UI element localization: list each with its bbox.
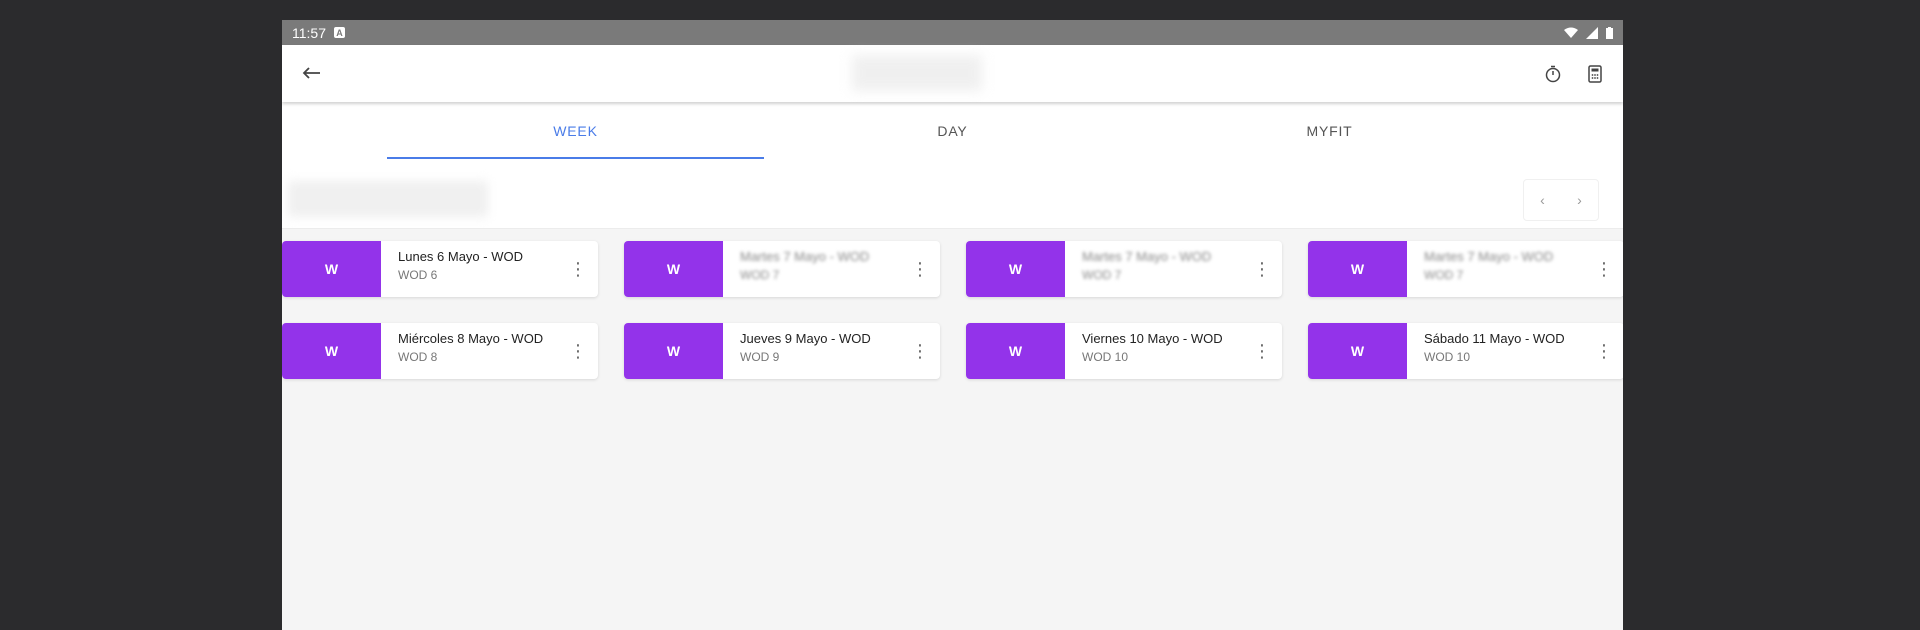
workout-card[interactable]: W Martes 7 Mayo - WOD WOD 7 ⋮ — [966, 241, 1282, 297]
workout-title: Miércoles 8 Mayo - WOD — [398, 331, 544, 346]
workout-title: Martes 7 Mayo - WOD — [1082, 249, 1212, 264]
workout-type-badge: W — [624, 241, 723, 297]
workout-card[interactable]: W Jueves 9 Mayo - WOD WOD 9 ⋮ — [624, 323, 940, 379]
more-vert-icon[interactable]: ⋮ — [1242, 323, 1282, 379]
workout-subtitle: WOD 7 — [1082, 268, 1122, 282]
workout-card[interactable]: W Sábado 11 Mayo - WOD WOD 10 ⋮ — [1308, 323, 1623, 379]
workout-title: Martes 7 Mayo - WOD — [1424, 249, 1554, 264]
signal-icon — [1586, 26, 1598, 39]
workout-title: Sábado 11 Mayo - WOD — [1424, 331, 1565, 346]
more-vert-icon[interactable]: ⋮ — [1242, 241, 1282, 297]
back-arrow-icon[interactable] — [294, 56, 330, 92]
workout-subtitle: WOD 10 — [1082, 350, 1129, 364]
more-vert-icon[interactable]: ⋮ — [900, 241, 940, 297]
more-vert-icon[interactable]: ⋮ — [1584, 323, 1623, 379]
workout-subtitle: WOD 6 — [398, 268, 438, 282]
app-bar — [282, 45, 1623, 102]
more-vert-icon[interactable]: ⋮ — [558, 241, 598, 297]
workout-type-badge: W — [1308, 323, 1407, 379]
wifi-icon — [1564, 27, 1578, 38]
workout-grid: W Lunes 6 Mayo - WOD WOD 6 ⋮ W Martes 7 M… — [282, 229, 1623, 379]
device-screen: 11:57 A WEEK DAY MYFIT ‹ › W Lunes 6 May… — [282, 20, 1623, 630]
workout-card[interactable]: W Miércoles 8 Mayo - WOD WOD 8 ⋮ — [282, 323, 598, 379]
workout-subtitle: WOD 10 — [1424, 350, 1471, 364]
workout-type-badge: W — [966, 241, 1065, 297]
status-time: 11:57 — [292, 24, 326, 41]
workout-type-badge: W — [1308, 241, 1407, 297]
more-vert-icon[interactable]: ⋮ — [900, 323, 940, 379]
workout-title: Jueves 9 Mayo - WOD — [740, 331, 871, 346]
week-toolbar: ‹ › — [282, 177, 1623, 229]
workout-type-badge: W — [282, 323, 381, 379]
tab-week[interactable]: WEEK — [387, 102, 764, 177]
workout-type-badge: W — [282, 241, 381, 297]
battery-icon — [1606, 26, 1613, 39]
more-vert-icon[interactable]: ⋮ — [1584, 241, 1623, 297]
tab-myfit[interactable]: MYFIT — [1141, 102, 1518, 177]
workout-type-badge: W — [966, 323, 1065, 379]
workout-card[interactable]: W Lunes 6 Mayo - WOD WOD 6 ⋮ — [282, 241, 598, 297]
workout-card[interactable]: W Martes 7 Mayo - WOD WOD 7 ⋮ — [1308, 241, 1623, 297]
notification-icon: A — [334, 27, 345, 38]
workout-title: Viernes 10 Mayo - WOD — [1082, 331, 1223, 346]
timer-icon[interactable] — [1535, 56, 1571, 92]
calculator-icon[interactable] — [1577, 56, 1613, 92]
workout-subtitle: WOD 7 — [1424, 268, 1464, 282]
workout-subtitle: WOD 7 — [740, 268, 780, 282]
workout-card[interactable]: W Martes 7 Mayo - WOD WOD 7 ⋮ — [624, 241, 940, 297]
week-navigation: ‹ › — [1523, 179, 1599, 221]
status-bar: 11:57 A — [282, 20, 1623, 45]
week-range-label — [288, 181, 488, 217]
workout-type-badge: W — [624, 323, 723, 379]
page-title — [852, 55, 982, 91]
workout-card[interactable]: W Viernes 10 Mayo - WOD WOD 10 ⋮ — [966, 323, 1282, 379]
prev-week-button[interactable]: ‹ — [1540, 192, 1545, 208]
more-vert-icon[interactable]: ⋮ — [558, 323, 598, 379]
tab-day[interactable]: DAY — [764, 102, 1141, 177]
workout-title: Martes 7 Mayo - WOD — [740, 249, 870, 264]
workout-title: Lunes 6 Mayo - WOD — [398, 249, 523, 264]
workout-subtitle: WOD 9 — [740, 350, 780, 364]
tab-bar: WEEK DAY MYFIT — [282, 102, 1623, 177]
workout-subtitle: WOD 8 — [398, 350, 438, 364]
next-week-button[interactable]: › — [1577, 192, 1582, 208]
